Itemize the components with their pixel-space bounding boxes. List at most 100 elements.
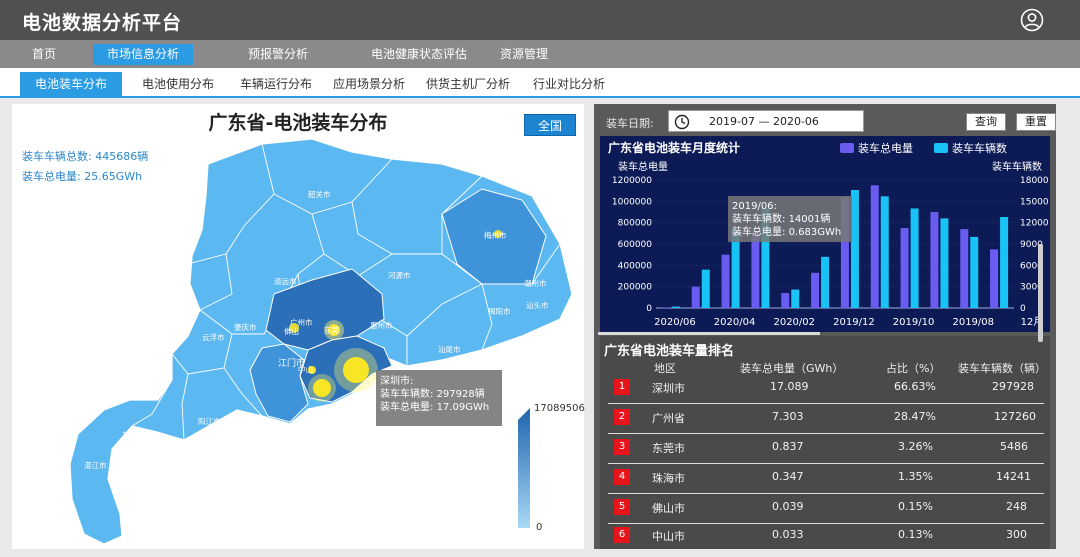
table-row[interactable]: 1 深圳市 17.089 66.63% 297928 — [608, 374, 1044, 404]
table-row[interactable]: 2 广州省 7.303 28.47% 127260 — [608, 404, 1044, 434]
main-nav-item-resource[interactable]: 资源管理 — [486, 44, 562, 65]
chart-horizontal-scrollbar[interactable] — [598, 332, 820, 335]
chart-tooltip-vehicles: 14001辆 — [788, 214, 831, 225]
y-tick-right: 18000 — [1020, 176, 1049, 186]
y-axis-left-label: 装车总电量 — [618, 160, 668, 173]
legend-label-energy[interactable]: 装车总电量 — [858, 141, 913, 155]
tooltip-city: 深圳市: — [380, 376, 414, 387]
bar-vehicles[interactable] — [850, 189, 859, 308]
bar-energy[interactable] — [870, 185, 879, 308]
bar-energy[interactable] — [751, 235, 760, 308]
ranking-scrollbar[interactable] — [1038, 244, 1043, 342]
map-title: 广东省-电池装车分布 — [208, 112, 388, 134]
date-range-picker[interactable]: 2019-07 — 2020-06 — [668, 110, 864, 132]
bubble-zhuhai[interactable] — [313, 379, 331, 397]
legend-color-bar[interactable] — [514, 408, 530, 528]
bubble-shenzhen[interactable] — [343, 357, 369, 383]
city-label: 韶关市 — [308, 189, 331, 199]
bar-vehicles[interactable] — [970, 236, 979, 308]
stats-panel: 装车日期: 2019-07 — 2020-06 查询 重置 广东省电池装车月度统… — [594, 104, 1056, 549]
bar-energy[interactable] — [960, 229, 969, 308]
city-label: 佛山 — [284, 326, 299, 336]
tooltip-energy: 17.09GWh — [436, 402, 490, 413]
bar-energy[interactable] — [900, 228, 909, 308]
city-label: 东莞 — [324, 325, 339, 335]
rank-badge: 2 — [614, 409, 630, 425]
table-row[interactable]: 3 东莞市 0.837 3.26% 5486 — [608, 434, 1044, 464]
bar-energy[interactable] — [990, 249, 999, 308]
monthly-chart: 广东省电池装车月度统计 装车总电量 装车车辆数 装车总电量 装车车辆数 0 200… — [600, 136, 1050, 332]
cell-region: 东莞市 — [652, 442, 685, 455]
sub-nav-item-oem[interactable]: 供货主机厂分析 — [418, 72, 518, 96]
y-axis-right-label: 装车车辆数 — [992, 160, 1042, 173]
map-tooltip: 深圳市: 装车车辆数: 297928辆 装车总电量: 17.09GWh — [376, 370, 502, 426]
cell-share: 28.47% — [894, 410, 936, 423]
x-tick-label: 2019/08 — [952, 317, 994, 328]
table-row[interactable]: 6 中山市 0.033 0.13% 300 — [608, 522, 1044, 552]
user-icon[interactable] — [1020, 8, 1044, 32]
bar-energy[interactable] — [930, 212, 939, 308]
ranking-table: 广东省电池装车量排名 地区 装车总电量（GWh） 占比（%） 装车车辆数（辆） … — [600, 336, 1050, 549]
city-label: 清远市 — [274, 276, 297, 286]
main-nav-item-health[interactable]: 电池健康状态评估 — [357, 44, 481, 65]
bar-energy[interactable] — [811, 272, 820, 308]
reset-button[interactable]: 重置 — [1016, 113, 1056, 131]
bar-vehicles[interactable] — [1000, 216, 1009, 308]
x-tick-label: 2019/12 — [833, 317, 875, 328]
bar-vehicles[interactable] — [910, 208, 919, 308]
bar-vehicles[interactable] — [701, 269, 710, 308]
map-panel: 韶关市 梅州市 清远市 河源市 潮州市 汕头市 揭阳市 肇庆市 广州市 佛山 东… — [12, 104, 585, 549]
city-label: 河源市 — [388, 270, 411, 280]
y-tick-right: 0 — [1020, 304, 1026, 314]
main-nav-item-home[interactable]: 首页 — [18, 44, 70, 65]
main-nav-item-market[interactable]: 市场信息分析 — [93, 44, 194, 65]
city-label: 汕尾市 — [438, 344, 461, 354]
cell-vehicles: 14241 — [996, 470, 1031, 483]
city-label: 肇庆市 — [234, 322, 257, 332]
app-title: 电池数据分析平台 — [22, 12, 183, 34]
chart-tooltip-energy: 0.683GWh — [788, 227, 842, 238]
bar-vehicles[interactable] — [791, 289, 800, 308]
x-tick-label: 2019/10 — [893, 317, 935, 328]
y-tick-left: 1200000 — [612, 176, 652, 186]
cell-share: 1.35% — [898, 470, 933, 483]
y-tick-left: 200000 — [618, 283, 653, 293]
sub-nav-item-industry[interactable]: 行业对比分析 — [524, 72, 614, 96]
cell-energy: 0.347 — [772, 470, 804, 483]
tooltip-energy-line: 装车总电量: 17.09GWh — [380, 402, 490, 413]
y-ticks-right: 0300060009000120001500018000 — [1020, 176, 1049, 314]
sub-nav-item-scenario[interactable]: 应用场景分析 — [325, 72, 413, 96]
table-row[interactable]: 4 珠海市 0.347 1.35% 14241 — [608, 464, 1044, 494]
bar-energy[interactable] — [691, 286, 700, 308]
sub-nav-item-install-dist[interactable]: 电池装车分布 — [20, 72, 122, 96]
legend-min-label: 0 — [536, 522, 543, 533]
bar-vehicles[interactable] — [940, 218, 949, 308]
bar-energy[interactable] — [781, 293, 790, 308]
table-row[interactable]: 5 佛山市 0.039 0.15% 248 — [608, 494, 1044, 524]
ranking-title: 广东省电池装车量排名 — [604, 344, 735, 359]
cell-region: 佛山市 — [652, 502, 685, 515]
bar-vehicles[interactable] — [671, 306, 680, 308]
sub-nav-item-vehicle-run[interactable]: 车辆运行分布 — [232, 72, 320, 96]
date-range-value: 2019-07 — 2020-06 — [709, 115, 819, 128]
chart-tooltip-vehicles-label: 装车车辆数 — [732, 214, 782, 225]
bar-energy[interactable] — [661, 307, 670, 308]
tooltip-energy-label: 装车总电量 — [380, 402, 430, 413]
bar-energy[interactable] — [721, 254, 730, 308]
legend-label-vehicles[interactable]: 装车车辆数 — [952, 141, 1007, 155]
cell-share: 66.63% — [894, 380, 936, 393]
cell-region: 中山市 — [652, 530, 685, 543]
city-label: 茂名市 — [122, 430, 145, 440]
legend-swatch-energy — [840, 143, 854, 153]
all-country-button[interactable]: 全国 — [524, 114, 576, 136]
bar-vehicles[interactable] — [821, 256, 830, 308]
main-nav-item-alarm[interactable]: 预报警分析 — [234, 44, 322, 65]
cell-share: 0.15% — [898, 500, 933, 513]
query-button[interactable]: 查询 — [966, 113, 1006, 131]
stat-value: 445686辆 — [95, 150, 149, 163]
x-ticks: 2020/06 2020/04 2020/02 2019/12 2019/10 2019/… — [654, 316, 1043, 328]
bar-vehicles[interactable] — [880, 196, 889, 308]
main-nav: 首页 市场信息分析 预报警分析 电池健康状态评估 资源管理 — [0, 40, 1080, 68]
cell-region: 深圳市 — [652, 382, 685, 395]
sub-nav-item-usage-dist[interactable]: 电池使用分布 — [134, 72, 222, 96]
